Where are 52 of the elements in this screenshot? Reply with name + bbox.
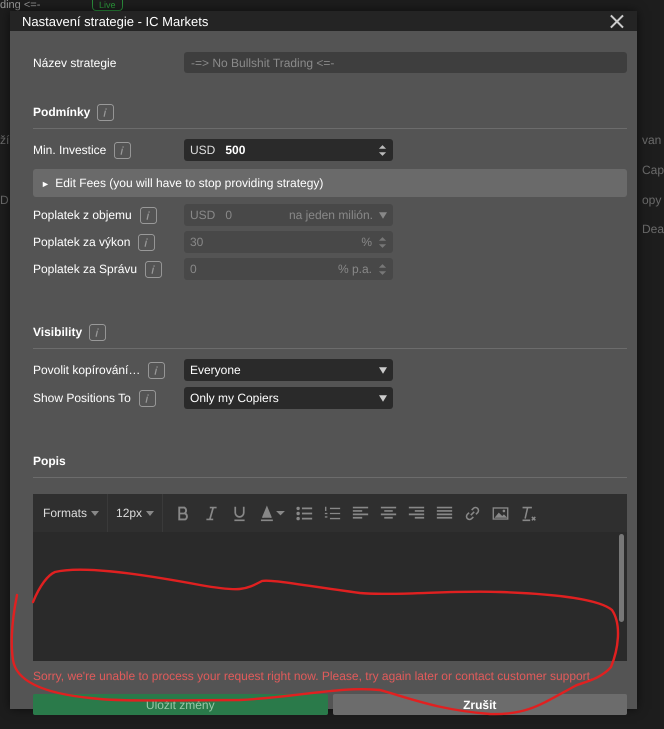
numbered-list-icon[interactable] bbox=[324, 504, 342, 522]
align-right-icon[interactable] bbox=[408, 504, 426, 522]
field-label: Show Positions To bbox=[33, 391, 131, 405]
spinner-icon[interactable] bbox=[378, 142, 387, 158]
caret-icon[interactable] bbox=[379, 394, 387, 402]
info-icon[interactable] bbox=[114, 142, 132, 158]
caret-icon[interactable] bbox=[146, 510, 154, 516]
field-label: Poplatek za výkon bbox=[33, 235, 130, 249]
justify-icon[interactable] bbox=[436, 504, 454, 522]
info-icon[interactable] bbox=[97, 104, 114, 120]
background-text: Dea bbox=[642, 222, 664, 236]
section-title: Podmínky bbox=[33, 105, 90, 119]
dropdown[interactable]: Everyone bbox=[184, 359, 393, 381]
field-label: Povolit kopírování… bbox=[33, 363, 140, 377]
background-text: D bbox=[0, 193, 9, 207]
caret-icon[interactable] bbox=[379, 366, 387, 374]
background-text: van bbox=[642, 133, 662, 147]
info-icon[interactable] bbox=[145, 260, 162, 278]
field-label: Poplatek za Správu bbox=[33, 262, 138, 276]
dropdown[interactable]: Only my Copiers bbox=[184, 387, 393, 409]
background-text: opy bbox=[642, 193, 662, 207]
background-text: ží bbox=[0, 133, 10, 147]
info-icon[interactable] bbox=[138, 234, 156, 250]
align-left-icon[interactable] bbox=[352, 504, 370, 522]
scrollbar[interactable] bbox=[619, 534, 624, 622]
close-button[interactable]: × bbox=[604, 11, 629, 31]
field-label: Název strategie bbox=[33, 56, 118, 70]
image-icon[interactable] bbox=[492, 504, 510, 522]
input-field[interactable]: -=> No Bullshit Trading <=- bbox=[184, 52, 627, 73]
text-editor[interactable] bbox=[33, 532, 627, 661]
clear-format-icon[interactable] bbox=[520, 504, 538, 522]
field-label: Min. Investice bbox=[33, 143, 106, 157]
caret-icon[interactable] bbox=[91, 510, 100, 516]
info-icon[interactable] bbox=[140, 206, 157, 224]
bullet-list-icon[interactable] bbox=[296, 504, 314, 522]
section-title: Visibility bbox=[33, 325, 82, 339]
format-dropdown[interactable]: Formats bbox=[35, 494, 108, 532]
info-icon[interactable] bbox=[138, 390, 156, 406]
error-message: Sorry, we're unable to process your request right now. Please, try again later or contact customer support. bbox=[33, 669, 594, 683]
page-title: ding <=- bbox=[0, 0, 40, 11]
background-text: Cap bbox=[642, 163, 664, 177]
action-button[interactable]: Zrušit bbox=[332, 694, 627, 715]
input-field[interactable]: USD 500 bbox=[184, 139, 393, 161]
field-label: Poplatek z objemu bbox=[33, 208, 132, 222]
info-icon[interactable] bbox=[148, 362, 166, 378]
link-icon[interactable] bbox=[464, 504, 482, 522]
section-title: Popis bbox=[33, 454, 66, 468]
info-icon[interactable] bbox=[89, 324, 106, 340]
dialog-title: Nastavení strategie - IC Markets bbox=[22, 14, 208, 28]
align-center-icon[interactable] bbox=[380, 504, 398, 522]
text-color-icon[interactable] bbox=[259, 504, 286, 522]
expand-toggle[interactable]: ► Edit Fees (you will have to stop providing strategy) bbox=[33, 169, 627, 197]
